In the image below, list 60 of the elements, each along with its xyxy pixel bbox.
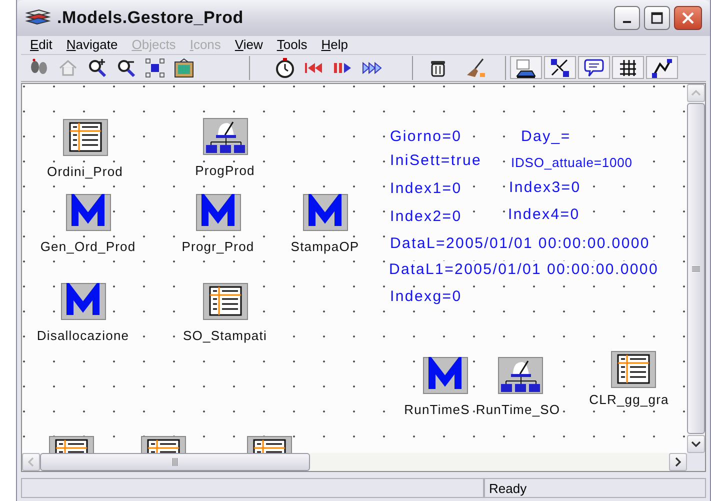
maximize-button[interactable] bbox=[644, 6, 670, 30]
variable-text: Indexg=0 bbox=[390, 288, 462, 305]
menu-item[interactable]: Navigate bbox=[61, 37, 127, 52]
scroll-down-button[interactable] bbox=[687, 435, 705, 453]
scroll-thumb[interactable] bbox=[40, 453, 310, 471]
framed-picture-icon bbox=[174, 58, 194, 78]
module-icon[interactable] bbox=[66, 194, 111, 231]
close-button[interactable] bbox=[674, 6, 702, 30]
maximize-icon bbox=[651, 12, 663, 24]
toolbar-button[interactable] bbox=[544, 56, 576, 80]
table-icon[interactable] bbox=[611, 351, 656, 388]
menu-item[interactable]: Tools bbox=[272, 37, 316, 52]
object-label: Ordini_Prod bbox=[47, 164, 123, 179]
window-title: .Models.Gestore_Prod bbox=[57, 8, 244, 28]
object-label: RunTime_SO bbox=[476, 402, 560, 417]
toolbar-button[interactable] bbox=[646, 56, 678, 80]
minimize-button[interactable] bbox=[614, 6, 640, 30]
scrollbar-corner bbox=[687, 453, 705, 471]
route-icon bbox=[652, 58, 672, 78]
variable-text: Day_= bbox=[521, 128, 571, 145]
horizontal-scrollbar[interactable] bbox=[22, 453, 687, 471]
object-label: SO_Stampati bbox=[183, 328, 267, 343]
menu-item[interactable]: View bbox=[230, 37, 272, 52]
stopwatch-icon bbox=[275, 58, 295, 78]
fit-selection-icon bbox=[145, 58, 165, 78]
menu-item[interactable]: Edit bbox=[25, 37, 62, 52]
module-icon[interactable] bbox=[196, 194, 241, 231]
broom-icon bbox=[466, 58, 486, 78]
tray-icon bbox=[516, 58, 536, 78]
table-icon[interactable] bbox=[63, 119, 108, 156]
scroll-right-button[interactable] bbox=[669, 453, 687, 471]
program-icon[interactable] bbox=[203, 118, 248, 155]
program-icon[interactable] bbox=[498, 357, 543, 394]
table-icon[interactable] bbox=[203, 283, 248, 320]
object-label: RunTimeS bbox=[404, 402, 470, 417]
toolbar-button[interactable] bbox=[578, 56, 610, 80]
module-icon[interactable] bbox=[61, 283, 106, 320]
module-icon[interactable] bbox=[423, 357, 468, 394]
grip-icon bbox=[692, 266, 700, 272]
close-icon bbox=[682, 12, 694, 24]
connector-icon bbox=[550, 58, 570, 78]
grip-icon bbox=[172, 458, 178, 466]
grid-icon bbox=[618, 58, 638, 78]
zoom-in-icon bbox=[87, 58, 107, 78]
object-label: Disallocazione bbox=[36, 328, 130, 343]
object-label: Progr_Prod bbox=[182, 239, 254, 254]
toolbar-button[interactable] bbox=[612, 56, 644, 80]
toolbar-button[interactable] bbox=[510, 56, 542, 80]
layers-icon bbox=[25, 8, 51, 27]
minimize-icon bbox=[623, 20, 631, 23]
house-icon bbox=[58, 58, 78, 78]
menu-item[interactable]: Help bbox=[316, 37, 357, 52]
object-label: Gen_Ord_Prod bbox=[40, 239, 136, 254]
object-label: StampaOP bbox=[290, 239, 360, 254]
status-text: Ready bbox=[484, 478, 706, 498]
object-label: ProgProd bbox=[195, 163, 255, 178]
object-label: CLR_gg_gra bbox=[589, 392, 669, 407]
module-icon[interactable] bbox=[303, 194, 348, 231]
speech-bubble-icon bbox=[584, 58, 604, 78]
zoom-out-icon bbox=[116, 58, 136, 78]
